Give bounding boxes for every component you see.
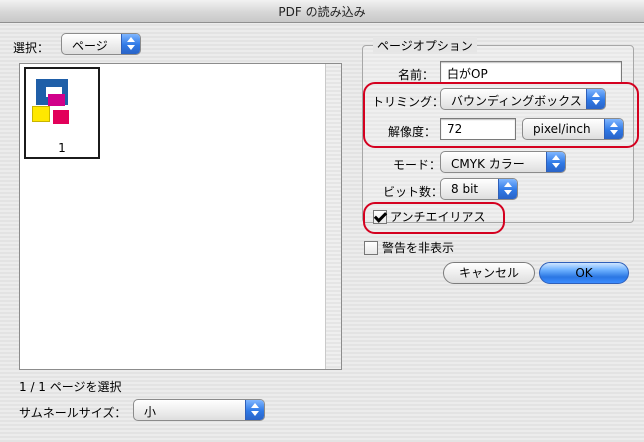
name-label: 名前： [398,68,435,82]
updown-arrows-icon [546,152,565,172]
page-thumbnail-item[interactable]: 1 [24,67,100,159]
updown-arrows-icon [498,179,517,199]
mode-label: モード： [393,158,442,172]
select-popup-value: ページ [72,39,108,53]
mode-popup[interactable]: CMYK カラー [440,151,566,173]
mode-popup-value: CMYK カラー [451,157,525,171]
annotation-highlight-antialias [363,202,505,234]
pdf-import-window: PDF の読み込み 選択： ページ 1 1 / 1 ページを選択 サムネールサイ… [0,0,644,442]
hide-warnings-checkbox-icon[interactable] [364,241,378,255]
bitdepth-label: ビット数： [383,185,444,199]
thumbnail-page-number: 1 [58,141,66,155]
thumbnail-graphic-magenta-block [48,94,65,106]
page-options-title: ページオプション [373,37,477,54]
updown-arrows-icon [121,34,140,54]
window-title: PDF の読み込み [278,5,366,19]
ok-button[interactable]: OK [539,262,629,284]
thumbnail-graphic-red-block [53,110,69,124]
name-field[interactable]: 白がOP [440,61,622,83]
list-scrollbar[interactable] [325,64,341,369]
hide-warnings-label[interactable]: 警告を非表示 [382,239,454,256]
cancel-button[interactable]: キャンセル [443,262,535,284]
thumbnail-size-popup[interactable]: 小 [133,399,265,421]
thumbnail-graphic-yellow-block [32,106,50,122]
thumbnail-size-value: 小 [144,405,157,419]
bitdepth-popup-value: 8 bit [451,182,479,196]
page-thumbnail-list[interactable]: 1 [19,63,342,370]
select-popup[interactable]: ページ [61,33,141,55]
annotation-highlight-trim-resolution [363,82,639,148]
name-field-value: 白がOP [447,67,488,81]
selection-status: 1 / 1 ページを選択 [19,380,122,394]
thumbnail-size-label: サムネールサイズ： [19,406,127,420]
updown-arrows-icon [245,400,264,420]
select-label: 選択： [13,41,50,55]
titlebar: PDF の読み込み [0,0,644,23]
bitdepth-popup[interactable]: 8 bit [440,178,518,200]
